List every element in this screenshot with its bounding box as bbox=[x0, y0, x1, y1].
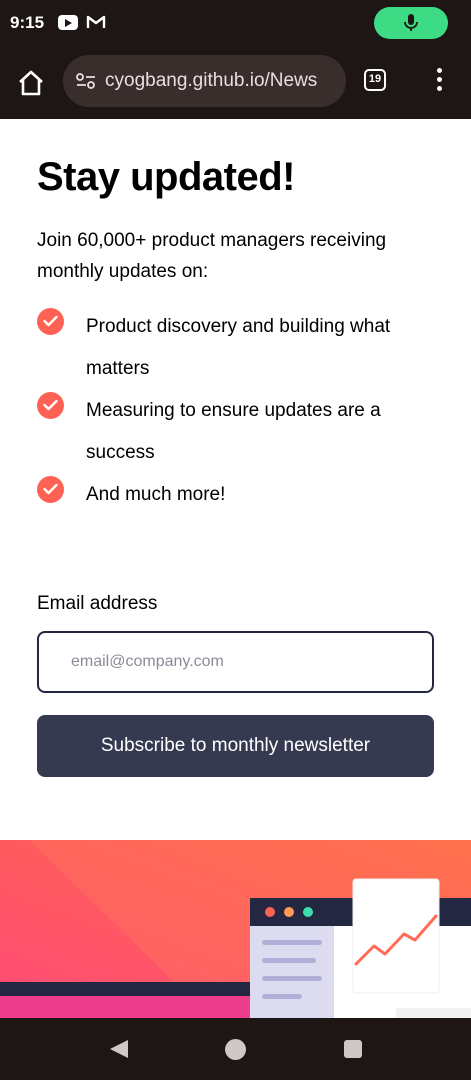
home-icon[interactable] bbox=[16, 68, 46, 98]
feature-text: Product discovery and building what matt… bbox=[86, 316, 391, 379]
url-text: cyogbang.github.io/News bbox=[105, 70, 318, 91]
back-icon[interactable] bbox=[108, 1038, 130, 1060]
hero-illustration bbox=[0, 840, 471, 1018]
address-bar[interactable]: cyogbang.github.io/News bbox=[63, 55, 346, 107]
feature-item: And much more! bbox=[37, 474, 437, 516]
feature-text: And much more! bbox=[86, 484, 226, 505]
microphone-indicator[interactable] bbox=[374, 7, 448, 39]
intro-text: Join 60,000+ product managers receiving … bbox=[37, 230, 387, 282]
microphone-icon bbox=[404, 14, 418, 31]
page-title: Stay updated! bbox=[37, 155, 295, 199]
check-icon bbox=[37, 392, 64, 419]
check-icon bbox=[37, 476, 64, 503]
email-input[interactable] bbox=[37, 631, 434, 693]
site-settings-icon[interactable] bbox=[75, 72, 97, 90]
feature-item: Measuring to ensure updates are a succes… bbox=[37, 390, 437, 474]
system-navigation-bar bbox=[0, 1018, 471, 1080]
feature-text: Measuring to ensure updates are a succes… bbox=[86, 400, 381, 463]
feature-list: Product discovery and building what matt… bbox=[37, 306, 437, 516]
tab-switcher-button[interactable]: 19 bbox=[364, 69, 386, 91]
email-label: Email address bbox=[37, 593, 158, 614]
status-time: 9:15 bbox=[10, 13, 45, 32]
status-bar: 9:15 bbox=[0, 0, 471, 48]
more-menu-icon[interactable] bbox=[430, 68, 448, 94]
youtube-notification-icon bbox=[58, 15, 78, 30]
gmail-notification-icon bbox=[86, 15, 106, 28]
browser-toolbar: cyogbang.github.io/News 19 bbox=[0, 48, 471, 119]
subscribe-button[interactable]: Subscribe to monthly newsletter bbox=[37, 715, 434, 777]
home-circle-icon[interactable] bbox=[225, 1039, 246, 1060]
recents-icon[interactable] bbox=[344, 1040, 362, 1058]
check-icon bbox=[37, 308, 64, 335]
feature-item: Product discovery and building what matt… bbox=[37, 306, 437, 390]
